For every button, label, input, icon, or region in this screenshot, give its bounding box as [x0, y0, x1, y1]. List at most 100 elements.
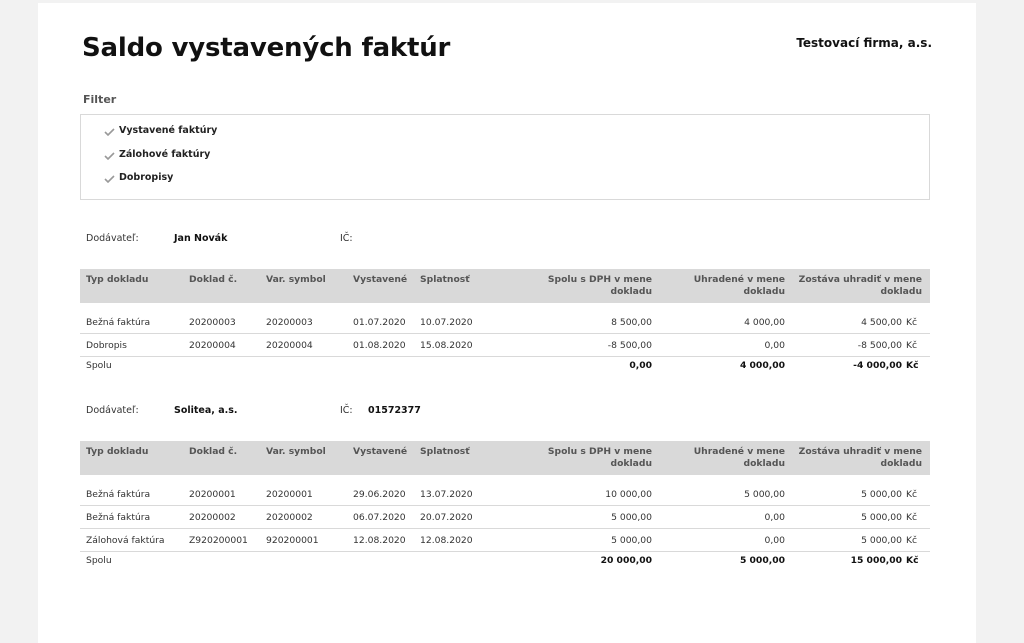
invoice-table: Typ dokladu Doklad č. Var. symbol Vystav… — [80, 441, 930, 568]
filter-item-advance-invoices[interactable]: Zálohové faktúry — [103, 149, 210, 160]
checkmark-icon — [103, 173, 117, 183]
table-header-row: Typ dokladu Doklad č. Var. symbol Vystav… — [80, 441, 930, 475]
column-header[interactable]: Spolu s DPH v mene dokladu — [504, 269, 658, 303]
supplier-name: Jan Novák — [174, 233, 228, 244]
remaining-amount: 5 000,00 — [861, 511, 902, 523]
cell-remaining: 5 000,00 Kč — [791, 483, 930, 506]
currency: Kč — [906, 554, 919, 566]
cell-due: 10.07.2020 — [414, 311, 504, 334]
cell-var-symbol: 20200002 — [260, 505, 347, 529]
supplier-info: Dodávateľ: Solitea, a.s. IČ: 01572377 — [86, 405, 936, 419]
column-header[interactable]: Var. symbol — [260, 269, 347, 303]
currency: Kč — [906, 488, 918, 500]
cell-total-vat: 10 000,00 — [504, 483, 658, 506]
column-header[interactable]: Doklad č. — [183, 441, 260, 475]
cell-type: Bežná faktúra — [80, 505, 183, 529]
remaining-amount: 15 000,00 — [850, 554, 902, 566]
cell-issued: 01.07.2020 — [347, 311, 414, 334]
total-label: Spolu — [80, 356, 183, 373]
total-paid: 4 000,00 — [658, 356, 791, 373]
ic-value: 01572377 — [368, 405, 421, 416]
cell-remaining: -8 500,00 Kč — [791, 333, 930, 357]
cell-remaining: 5 000,00 Kč — [791, 505, 930, 529]
ic-label: IČ: — [340, 405, 353, 416]
cell-var-symbol: 20200003 — [260, 311, 347, 334]
column-header[interactable]: Typ dokladu — [80, 269, 183, 303]
remaining-amount: -4 000,00 — [853, 359, 902, 371]
cell-doc-no: 20200004 — [183, 333, 260, 357]
table-row[interactable]: Zálohová faktúra Z920200001 920200001 12… — [80, 528, 930, 552]
currency: Kč — [906, 511, 918, 523]
filter-item-label: Dobropisy — [119, 172, 174, 183]
total-row: Spolu 20 000,00 5 000,00 15 000,00 Kč — [80, 551, 930, 568]
report-page: Testovací firma, a.s. Saldo vystavených … — [38, 3, 976, 643]
table-header-row: Typ dokladu Doklad č. Var. symbol Vystav… — [80, 269, 930, 303]
currency: Kč — [906, 534, 918, 546]
cell-due: 20.07.2020 — [414, 505, 504, 529]
cell-due: 15.08.2020 — [414, 333, 504, 357]
supplier-name: Solitea, a.s. — [174, 405, 238, 416]
currency: Kč — [906, 359, 919, 371]
filter-heading: Filter — [83, 93, 117, 106]
filter-item-issued-invoices[interactable]: Vystavené faktúry — [103, 125, 217, 136]
filter-box: Vystavené faktúry Zálohové faktúry Dobro… — [80, 114, 930, 200]
cell-due: 12.08.2020 — [414, 528, 504, 552]
cell-paid: 0,00 — [658, 333, 791, 357]
remaining-amount: -8 500,00 — [857, 339, 902, 351]
column-header[interactable]: Var. symbol — [260, 441, 347, 475]
cell-total-vat: 5 000,00 — [504, 528, 658, 552]
column-header[interactable]: Uhradené v mene dokladu — [658, 441, 791, 475]
column-header[interactable]: Vystavené — [347, 269, 414, 303]
cell-total-vat: -8 500,00 — [504, 333, 658, 357]
cell-doc-no: 20200002 — [183, 505, 260, 529]
column-header[interactable]: Typ dokladu — [80, 441, 183, 475]
cell-paid: 0,00 — [658, 505, 791, 529]
cell-issued: 06.07.2020 — [347, 505, 414, 529]
table-row[interactable]: Bežná faktúra 20200003 20200003 01.07.20… — [80, 311, 930, 334]
column-header[interactable]: Uhradené v mene dokladu — [658, 269, 791, 303]
total-vat: 0,00 — [504, 356, 658, 373]
remaining-amount: 5 000,00 — [861, 534, 902, 546]
column-header[interactable]: Zostáva uhradiť v mene dokladu — [791, 269, 930, 303]
cell-due: 13.07.2020 — [414, 483, 504, 506]
cell-type: Zálohová faktúra — [80, 528, 183, 552]
cell-type: Bežná faktúra — [80, 311, 183, 334]
cell-paid: 0,00 — [658, 528, 791, 552]
filter-item-label: Zálohové faktúry — [119, 149, 211, 160]
cell-type: Dobropis — [80, 333, 183, 357]
column-header[interactable]: Splatnosť — [414, 441, 504, 475]
filter-item-label: Vystavené faktúry — [119, 125, 218, 136]
total-row: Spolu 0,00 4 000,00 -4 000,00 Kč — [80, 356, 930, 373]
cell-paid: 4 000,00 — [658, 311, 791, 334]
checkmark-icon — [103, 126, 117, 136]
column-header[interactable]: Zostáva uhradiť v mene dokladu — [791, 441, 930, 475]
total-label: Spolu — [80, 551, 183, 568]
checkmark-icon — [103, 150, 117, 160]
column-header[interactable]: Spolu s DPH v mene dokladu — [504, 441, 658, 475]
table-row[interactable]: Bežná faktúra 20200002 20200002 06.07.20… — [80, 505, 930, 529]
cell-issued: 12.08.2020 — [347, 528, 414, 552]
cell-issued: 01.08.2020 — [347, 333, 414, 357]
table-row[interactable]: Dobropis 20200004 20200004 01.08.2020 15… — [80, 333, 930, 357]
ic-label: IČ: — [340, 233, 353, 244]
column-header[interactable]: Doklad č. — [183, 269, 260, 303]
cell-doc-no: 20200001 — [183, 483, 260, 506]
cell-doc-no: Z920200001 — [183, 528, 260, 552]
remaining-amount: 5 000,00 — [861, 488, 902, 500]
column-header[interactable]: Splatnosť — [414, 269, 504, 303]
cell-total-vat: 5 000,00 — [504, 505, 658, 529]
currency: Kč — [906, 339, 918, 351]
remaining-amount: 4 500,00 — [861, 316, 902, 328]
table-row[interactable]: Bežná faktúra 20200001 20200001 29.06.20… — [80, 483, 930, 506]
total-vat: 20 000,00 — [504, 551, 658, 568]
cell-var-symbol: 20200004 — [260, 333, 347, 357]
cell-remaining: 4 500,00 Kč — [791, 311, 930, 334]
supplier-label: Dodávateľ: — [86, 405, 139, 416]
cell-total-vat: 8 500,00 — [504, 311, 658, 334]
currency: Kč — [906, 316, 918, 328]
cell-remaining: 5 000,00 Kč — [791, 528, 930, 552]
filter-item-credit-notes[interactable]: Dobropisy — [103, 172, 173, 183]
page-title: Saldo vystavených faktúr — [82, 33, 451, 63]
cell-paid: 5 000,00 — [658, 483, 791, 506]
column-header[interactable]: Vystavené — [347, 441, 414, 475]
